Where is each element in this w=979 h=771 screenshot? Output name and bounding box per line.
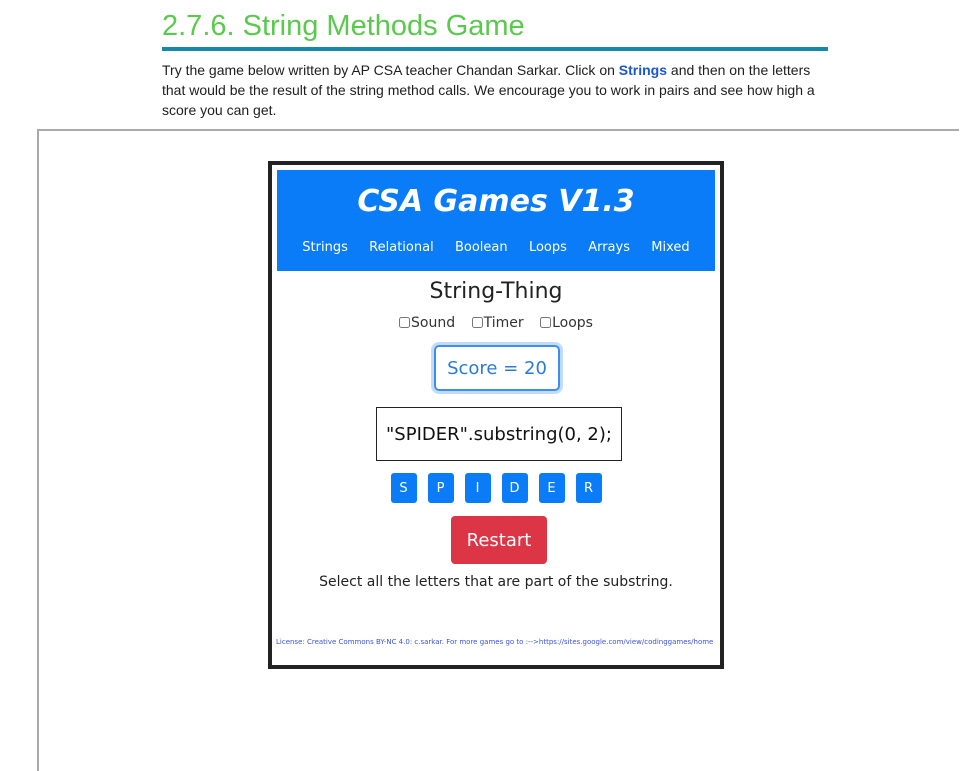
nav-mixed[interactable]: Mixed <box>651 240 689 255</box>
game-title: CSA Games V1.3 <box>357 184 635 219</box>
expression-box: "SPIDER".substring(0, 2); <box>376 407 622 461</box>
letter-button-d[interactable]: D <box>501 473 528 503</box>
strings-link[interactable]: Strings <box>619 62 667 78</box>
game-subtitle: String-Thing <box>429 279 563 304</box>
game-options: Sound Timer Loops <box>272 315 720 331</box>
nav-strings[interactable]: Strings <box>302 240 348 255</box>
nav-loops[interactable]: Loops <box>529 240 567 255</box>
intro-text: Try the game below written by AP CSA tea… <box>162 60 828 120</box>
sound-label: Sound <box>411 315 456 331</box>
timer-checkbox[interactable] <box>471 317 483 328</box>
page-title: 2.7.6. String Methods Game <box>162 8 828 51</box>
letter-button-s[interactable]: S <box>390 473 417 503</box>
loops-option[interactable]: Loops <box>540 315 593 331</box>
timer-option[interactable]: Timer <box>471 315 524 331</box>
score-display: Score = 20 <box>434 345 560 391</box>
game-panel: CSA Games V1.3 Strings Relational Boolea… <box>268 161 724 669</box>
game-nav: Strings Relational Boolean Loops Arrays … <box>277 240 715 255</box>
intro-text-before: Try the game below written by AP CSA tea… <box>162 62 619 78</box>
nav-relational[interactable]: Relational <box>369 240 434 255</box>
license-text[interactable]: License: Creative Commons BY-NC 4.0: c.s… <box>276 638 716 646</box>
letter-buttons: S P I D E R <box>272 473 720 503</box>
letter-button-p[interactable]: P <box>427 473 454 503</box>
sound-checkbox[interactable] <box>399 317 411 328</box>
timer-label: Timer <box>483 315 524 331</box>
instruction-text: Select all the letters that are part of … <box>319 574 673 590</box>
letter-button-r[interactable]: R <box>575 473 602 503</box>
letter-button-e[interactable]: E <box>538 473 565 503</box>
sound-option[interactable]: Sound <box>399 315 455 331</box>
loops-label: Loops <box>552 315 593 331</box>
letter-button-i[interactable]: I <box>464 473 491 503</box>
loops-checkbox[interactable] <box>540 317 552 328</box>
nav-boolean[interactable]: Boolean <box>455 240 508 255</box>
game-header: CSA Games V1.3 Strings Relational Boolea… <box>277 170 715 271</box>
restart-button[interactable]: Restart <box>451 516 547 564</box>
nav-arrays[interactable]: Arrays <box>588 240 630 255</box>
